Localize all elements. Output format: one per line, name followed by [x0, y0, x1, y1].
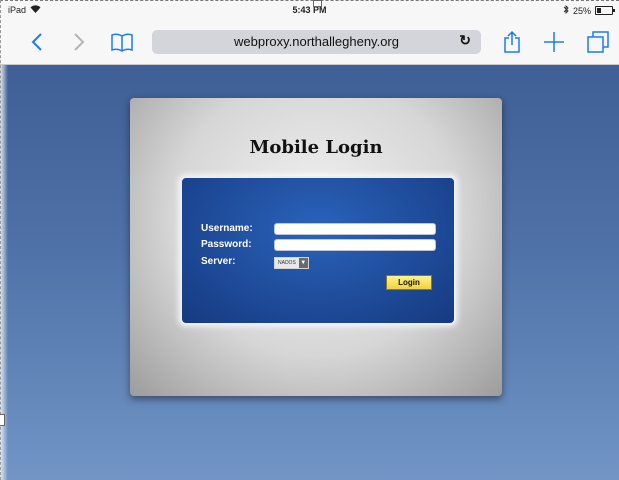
username-field[interactable]	[274, 223, 436, 235]
login-panel: Mobile Login Username: Password: Server:…	[130, 98, 502, 396]
share-icon[interactable]	[500, 29, 524, 55]
password-label: Password:	[201, 239, 252, 250]
login-button[interactable]: Login	[386, 275, 432, 290]
bookmarks-icon[interactable]	[108, 29, 136, 55]
status-right: 25%	[563, 4, 615, 16]
url-bar[interactable]: webproxy.northallegheny.org ↻	[152, 30, 481, 54]
status-bar: iPad 5:43 PM 25%	[0, 0, 619, 20]
web-content: Mobile Login Username: Password: Server:…	[0, 65, 619, 480]
capture-handle-top[interactable]	[313, 0, 322, 7]
login-form: Username: Password: Server: NADOS ▼ Logi…	[180, 176, 456, 325]
capture-border-top	[0, 0, 619, 1]
reload-icon[interactable]: ↻	[459, 32, 471, 49]
forward-icon[interactable]	[68, 29, 90, 55]
browser-toolbar: webproxy.northallegheny.org ↻	[0, 20, 619, 65]
bluetooth-icon	[563, 4, 569, 16]
screen: iPad 5:43 PM 25% webproxy.northallegheny…	[0, 0, 619, 480]
server-value: NADOS	[275, 258, 299, 268]
tabs-icon[interactable]	[585, 29, 611, 55]
battery-percent: 25%	[572, 5, 591, 16]
battery-icon	[595, 6, 615, 15]
capture-handle-left[interactable]	[0, 414, 5, 426]
password-field[interactable]	[274, 239, 436, 251]
back-icon[interactable]	[26, 29, 48, 55]
dropdown-arrow-icon: ▼	[298, 258, 308, 268]
server-label: Server:	[201, 256, 236, 267]
url-text: webproxy.northallegheny.org	[233, 34, 399, 49]
login-title: Mobile Login	[249, 137, 383, 158]
capture-border-left	[0, 0, 1, 480]
server-select[interactable]: NADOS ▼	[274, 257, 309, 269]
new-tab-icon[interactable]	[540, 29, 568, 55]
username-label: Username:	[201, 223, 253, 234]
status-time: 5:43 PM	[292, 5, 327, 15]
